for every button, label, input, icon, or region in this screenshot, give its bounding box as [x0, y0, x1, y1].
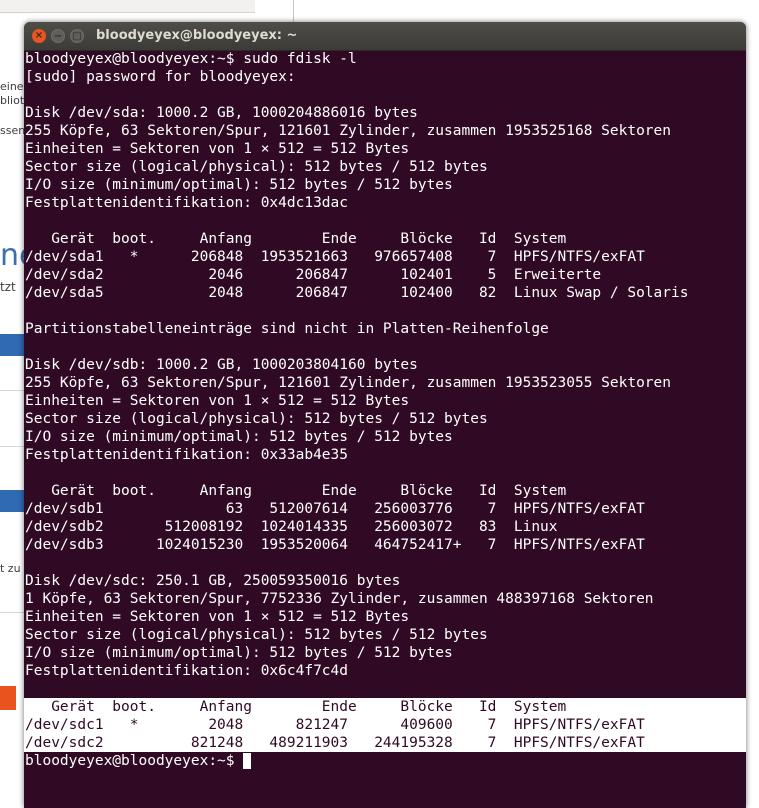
terminal-line: Festplattenidentifikation: 0x33ab4e35	[25, 447, 349, 463]
terminal-line: Sector size (logical/physical): 512 byte…	[25, 411, 488, 427]
terminal-line: /dev/sdc2 821248 489211903 244195328 7 H…	[24, 734, 746, 752]
terminal-line: Festplattenidentifikation: 0x6c4f7c4d	[25, 663, 349, 679]
terminal-line: Sector size (logical/physical): 512 byte…	[25, 159, 488, 175]
terminal-line: I/O size (minimum/optimal): 512 bytes / …	[25, 645, 453, 661]
terminal-line: /dev/sda5 2048 206847 102400 82 Linux Sw…	[25, 285, 689, 301]
terminal-titlebar[interactable]: × − □ bloodyeyex@bloodyeyex: ~	[24, 22, 746, 51]
terminal-line: Partitionstabelleneinträge sind nicht in…	[25, 321, 549, 337]
terminal-line: [sudo] password for bloodyeyex:	[25, 69, 296, 85]
terminal-line: /dev/sda1 * 206848 1953521663 976657408 …	[25, 249, 645, 265]
background-divider	[0, 612, 24, 613]
terminal-output[interactable]: bloodyeyex@bloodyeyex:~$ sudo fdisk -l [s…	[24, 50, 746, 808]
terminal-line: Disk /dev/sda: 1000.2 GB, 1000204886016 …	[25, 105, 418, 121]
background-divider	[0, 390, 24, 391]
terminal-line: Gerät boot. Anfang Ende Blöcke Id System	[25, 231, 567, 247]
background-text-fragment: t zu	[0, 562, 21, 575]
background-orange-button[interactable]	[0, 686, 16, 710]
terminal-line: Einheiten = Sektoren von 1 × 512 = 512 B…	[25, 141, 410, 157]
terminal-line: /dev/sdb3 1024015230 1953520064 46475241…	[25, 537, 645, 553]
minimize-window-button[interactable]: −	[51, 29, 65, 43]
window-title: bloodyeyex@bloodyeyex: ~	[96, 28, 298, 43]
terminal-window[interactable]: × − □ bloodyeyex@bloodyeyex: ~ bloodyeye…	[24, 22, 746, 808]
terminal-line: Festplattenidentifikation: 0x4dc13dac	[25, 195, 349, 211]
background-header-bar	[0, 490, 24, 512]
terminal-line: Sector size (logical/physical): 512 byte…	[25, 627, 488, 643]
prompt-text: bloodyeyex@bloodyeyex:~$	[25, 753, 244, 769]
close-window-button[interactable]: ×	[32, 29, 46, 43]
terminal-line: Einheiten = Sektoren von 1 × 512 = 512 B…	[25, 609, 410, 625]
terminal-line: bloodyeyex@bloodyeyex:~$ sudo fdisk -l	[25, 51, 357, 67]
background-text-fragment: eine	[0, 80, 24, 93]
terminal-line: 255 Köpfe, 63 Sektoren/Spur, 121601 Zyli…	[25, 123, 672, 139]
terminal-line: Einheiten = Sektoren von 1 × 512 = 512 B…	[25, 393, 410, 409]
terminal-line: 255 Köpfe, 63 Sektoren/Spur, 121601 Zyli…	[25, 375, 672, 391]
background-divider	[0, 446, 24, 447]
background-text-fragment: bliot	[0, 94, 25, 107]
background-window-toolbar	[0, 0, 255, 13]
background-text-fragment: ssen	[0, 124, 26, 137]
terminal-line: Disk /dev/sdc: 250.1 GB, 250059350016 by…	[25, 573, 401, 589]
maximize-window-button[interactable]: □	[70, 29, 84, 43]
background-text-fragment: tzt	[0, 280, 16, 294]
terminal-prompt-line[interactable]: bloodyeyex@bloodyeyex:~$	[24, 752, 746, 770]
terminal-line: I/O size (minimum/optimal): 512 bytes / …	[25, 177, 453, 193]
terminal-line: /dev/sda2 2046 206847 102401 5 Erweitert…	[25, 267, 602, 283]
terminal-line: /dev/sdb2 512008192 1024014335 256003072…	[25, 519, 558, 535]
background-header-bar	[0, 334, 24, 356]
terminal-line: I/O size (minimum/optimal): 512 bytes / …	[25, 429, 453, 445]
terminal-line: Gerät boot. Anfang Ende Blöcke Id System	[25, 483, 567, 499]
terminal-line: Disk /dev/sdb: 1000.2 GB, 1000203804160 …	[25, 357, 418, 373]
text-cursor	[243, 753, 252, 769]
terminal-line: Gerät boot. Anfang Ende Blöcke Id System	[24, 698, 746, 716]
terminal-line: 1 Köpfe, 63 Sektoren/Spur, 7752336 Zylin…	[25, 591, 654, 607]
terminal-line: /dev/sdb1 63 512007614 256003776 7 HPFS/…	[25, 501, 645, 517]
terminal-line: /dev/sdc1 * 2048 821247 409600 7 HPFS/NT…	[24, 716, 746, 734]
